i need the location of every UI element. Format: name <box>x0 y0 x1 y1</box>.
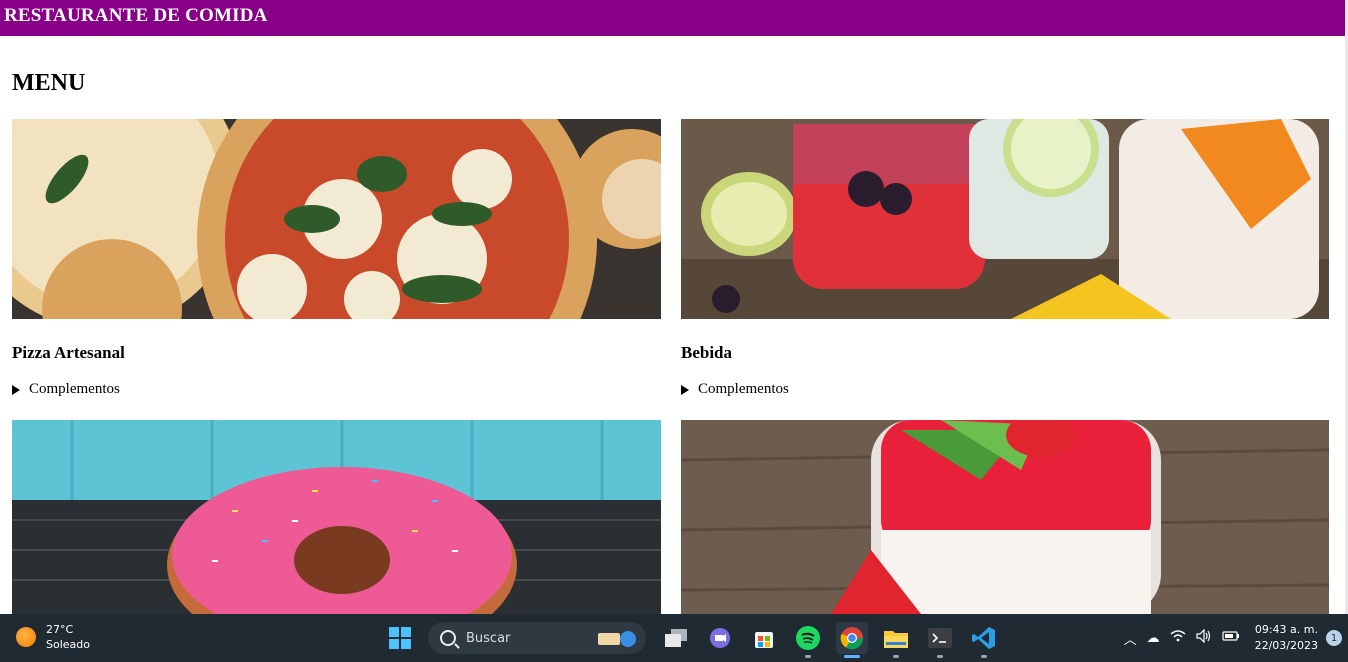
store-icon[interactable] <box>748 622 780 654</box>
running-indicator <box>805 655 811 658</box>
windows-taskbar: 27°C Soleado Buscar ︿ ☁ 09:43 a. m. 22/0… <box>0 614 1348 662</box>
terminal-icon[interactable] <box>924 622 956 658</box>
dessert-image <box>681 420 1329 614</box>
clock-date: 22/03/2023 <box>1254 639 1318 652</box>
weather-condition: Soleado <box>46 638 90 651</box>
menu-heading: MENU <box>12 70 86 96</box>
sun-icon <box>16 627 36 647</box>
windows-start-icon[interactable] <box>384 622 416 654</box>
complementos-toggle[interactable]: Complementos <box>681 381 789 398</box>
weather-temp: 27°C <box>46 623 74 636</box>
donut-image <box>12 420 661 614</box>
drinks-image <box>681 119 1329 319</box>
menu-card-donut <box>12 420 661 614</box>
menu-item-name: Bebida <box>681 343 733 362</box>
spotify-icon[interactable] <box>792 622 824 658</box>
weather-widget[interactable]: 27°C Soleado <box>16 622 90 652</box>
search-highlight-icon <box>598 631 636 647</box>
menu-card-bebida: Bebida Complementos <box>681 119 1329 397</box>
volume-icon[interactable] <box>1195 628 1212 647</box>
running-indicator <box>893 655 899 658</box>
clock-time: 09:43 a. m. <box>1254 623 1318 636</box>
menu-item-name: Pizza Artesanal <box>12 343 125 362</box>
search-icon <box>440 630 456 646</box>
notification-badge[interactable]: 1 <box>1326 630 1342 646</box>
vscode-icon[interactable] <box>968 622 1000 658</box>
complementos-toggle[interactable]: Complementos <box>12 381 120 398</box>
meet-icon[interactable] <box>704 622 736 654</box>
task-view-icon[interactable] <box>660 622 692 654</box>
disclosure-triangle-icon <box>12 384 20 395</box>
wifi-icon[interactable] <box>1170 630 1186 646</box>
active-indicator <box>844 655 860 658</box>
complementos-label: Complementos <box>698 381 789 397</box>
running-indicator <box>937 655 943 658</box>
taskbar-center: Buscar <box>378 621 1006 658</box>
site-header: RESTAURANTE DE COMIDA <box>0 0 1345 36</box>
search-label: Buscar <box>466 630 511 646</box>
taskbar-search[interactable]: Buscar <box>428 622 646 654</box>
site-title: RESTAURANTE DE COMIDA <box>4 5 268 26</box>
file-explorer-icon[interactable] <box>880 622 912 658</box>
pizza-image <box>12 119 661 319</box>
menu-card-dessert <box>681 420 1329 614</box>
taskbar-clock[interactable]: 09:43 a. m. 22/03/2023 <box>1255 622 1318 654</box>
battery-icon[interactable] <box>1221 630 1240 646</box>
system-tray: ︿ ☁ 09:43 a. m. 22/03/2023 1 <box>1119 614 1348 662</box>
chrome-icon[interactable] <box>836 622 868 658</box>
cloud-icon[interactable]: ☁ <box>1147 631 1160 646</box>
menu-card-pizza: Pizza Artesanal Complementos <box>12 119 661 397</box>
chevron-up-icon[interactable]: ︿ <box>1124 629 1137 648</box>
complementos-label: Complementos <box>29 381 120 397</box>
disclosure-triangle-icon <box>681 384 689 395</box>
running-indicator <box>981 655 987 658</box>
